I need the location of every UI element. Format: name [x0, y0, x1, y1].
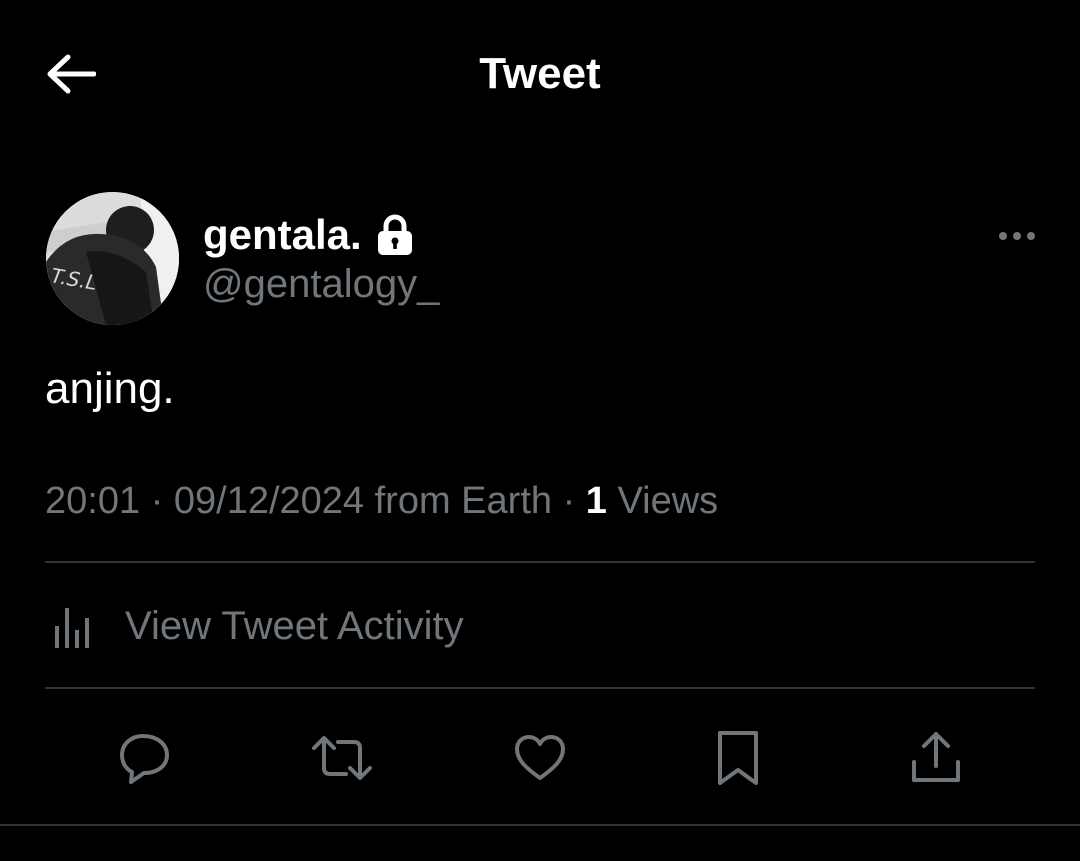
analytics-bars-icon — [45, 598, 101, 654]
divider — [45, 561, 1035, 563]
tweet-date[interactable]: 09/12/2024 — [174, 480, 364, 522]
tweet-time[interactable]: 20:01 — [45, 480, 140, 522]
lock-icon — [376, 214, 414, 256]
retweet-icon — [310, 730, 374, 786]
divider — [45, 687, 1035, 689]
like-button[interactable] — [508, 726, 572, 790]
retweet-button[interactable] — [310, 726, 374, 790]
view-tweet-activity-button[interactable]: View Tweet Activity — [45, 600, 464, 652]
more-options-button[interactable] — [992, 218, 1042, 254]
heart-icon — [512, 730, 568, 786]
reply-button[interactable] — [113, 726, 177, 790]
author-name-row: gentala. — [203, 210, 414, 260]
share-button[interactable] — [904, 726, 968, 790]
page-title: Tweet — [479, 49, 601, 98]
avatar[interactable]: T.S.L — [46, 192, 179, 325]
meta-separator: · — [150, 480, 164, 522]
bookmark-icon — [710, 728, 766, 788]
view-tweet-activity-label: View Tweet Activity — [125, 603, 464, 648]
share-icon — [908, 728, 964, 788]
tweet-actions — [0, 726, 1080, 790]
views-label: Views — [617, 480, 719, 522]
meta-separator-2: · — [562, 480, 576, 522]
views-count: 1 — [585, 480, 607, 522]
user-handle[interactable]: @gentalogy_ — [203, 262, 439, 307]
more-dots-icon — [997, 230, 1037, 242]
tweet-text: anjing. — [45, 364, 175, 413]
reply-icon — [117, 730, 173, 786]
bookmark-button[interactable] — [706, 726, 770, 790]
display-name[interactable]: gentala. — [203, 211, 362, 259]
tweet-meta: 20:01 · 09/12/2024 from Earth · 1 Views — [45, 478, 718, 524]
tweet-source: from Earth — [374, 480, 553, 522]
bottom-divider — [0, 824, 1080, 826]
